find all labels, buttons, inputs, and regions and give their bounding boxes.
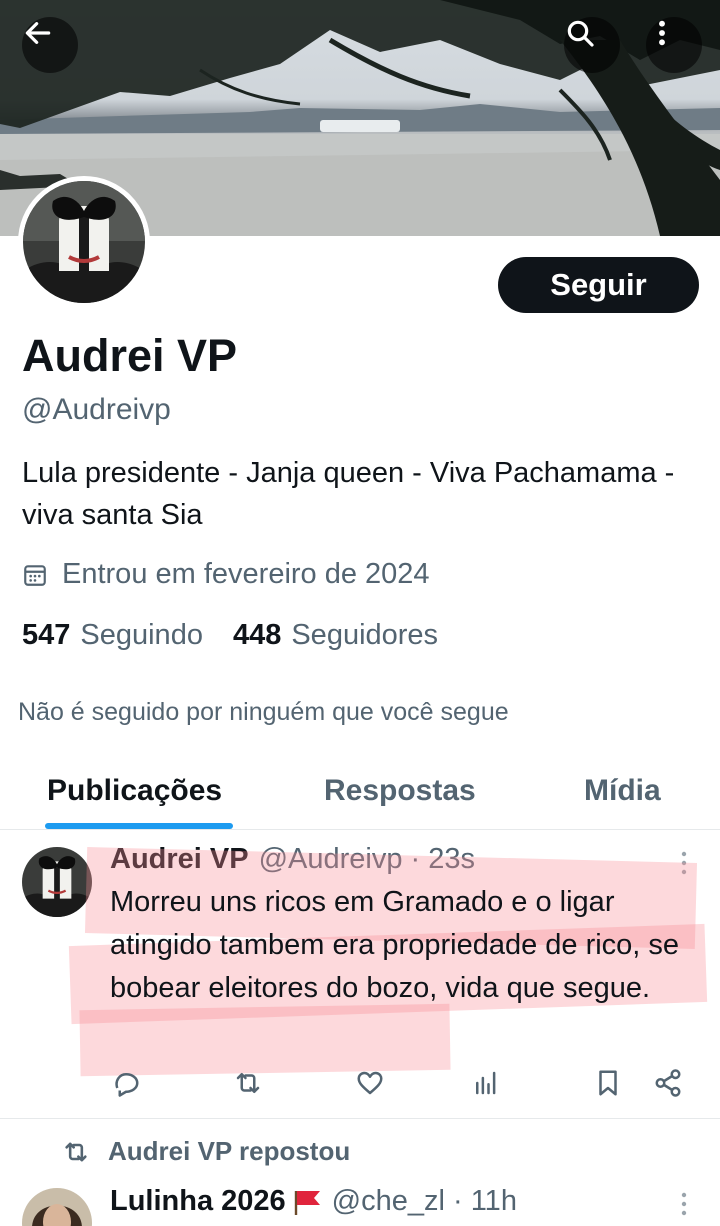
arrow-left-icon xyxy=(25,22,51,44)
followers-count: 448 xyxy=(232,619,282,651)
post[interactable]: Audrei VP @Audreivp · 23s Morreu uns ric… xyxy=(0,831,720,1119)
joined-label: Entrou em fevereiro de 2024 xyxy=(62,558,430,590)
bookmark-button[interactable] xyxy=(592,1067,624,1099)
following-label: Seguindo xyxy=(80,619,203,651)
search-icon xyxy=(567,20,594,47)
followers-label: Seguidores xyxy=(291,619,439,651)
post-more-button[interactable] xyxy=(674,1190,694,1223)
views-button[interactable] xyxy=(470,1067,502,1099)
post-author-name[interactable]: Lulinha 2026 xyxy=(110,1185,286,1218)
search-button[interactable] xyxy=(564,17,620,73)
back-button[interactable] xyxy=(22,17,78,73)
calendar-icon xyxy=(24,564,46,586)
profile-avatar[interactable] xyxy=(18,176,150,308)
following-count: 547 xyxy=(22,619,71,651)
mutuals-note: Não é seguido por ninguém que você segue xyxy=(18,698,509,726)
post[interactable]: Lulinha 2026 @che_zl · 11h xyxy=(0,1180,720,1226)
following-link[interactable]: 547 Seguindo xyxy=(22,619,203,652)
post-header: Lulinha 2026 @che_zl · 11h xyxy=(110,1185,517,1218)
post-avatar[interactable] xyxy=(22,1188,92,1226)
tab-midia[interactable]: Mídia xyxy=(584,774,661,808)
share-icon xyxy=(655,1069,681,1097)
post-meta: @che_zl · 11h xyxy=(331,1185,517,1217)
tab-respostas[interactable]: Respostas xyxy=(324,774,476,808)
repost-icon xyxy=(236,1073,260,1093)
avatar-image xyxy=(22,847,92,917)
repost-button[interactable] xyxy=(232,1067,264,1099)
post-avatar[interactable] xyxy=(22,847,92,917)
profile-bio: Lula presidente - Janja queen - Viva Pac… xyxy=(22,457,675,531)
views-icon xyxy=(476,1071,496,1095)
joined-date: Entrou em fevereiro de 2024 xyxy=(22,558,430,591)
avatar-image xyxy=(23,181,145,303)
follow-button[interactable]: Seguir xyxy=(498,257,699,313)
highlight-mark xyxy=(79,1003,451,1077)
red-flag-icon xyxy=(294,1190,320,1215)
profile-handle: @Audreivp xyxy=(22,393,171,426)
share-button[interactable] xyxy=(652,1067,684,1099)
reply-button[interactable] xyxy=(110,1067,142,1099)
more-vertical-icon xyxy=(681,1192,687,1216)
reply-icon xyxy=(115,1073,139,1097)
active-tab-indicator xyxy=(45,823,233,829)
repost-icon xyxy=(65,1142,87,1161)
repost-label[interactable]: Audrei VP repostou xyxy=(108,1136,350,1167)
avatar-image xyxy=(22,1188,92,1226)
profile-display-name: Audrei VP xyxy=(22,330,238,381)
repost-indicator: Audrei VP repostou xyxy=(62,1136,350,1167)
bookmark-icon xyxy=(599,1070,617,1096)
like-button[interactable] xyxy=(354,1067,386,1099)
more-vertical-icon xyxy=(659,20,665,46)
followers-link[interactable]: 448 Seguidores xyxy=(233,619,438,652)
more-button[interactable] xyxy=(646,17,702,73)
post-actions xyxy=(0,1067,720,1099)
profile-stats: 547 Seguindo 448 Seguidores xyxy=(22,619,468,652)
like-icon xyxy=(357,1071,383,1095)
profile-tabs: Publicações Respostas Mídia xyxy=(0,760,720,830)
post-text: Morreu uns ricos em Gramado e o ligar at… xyxy=(110,886,680,1004)
tab-publicacoes[interactable]: Publicações xyxy=(47,774,222,808)
